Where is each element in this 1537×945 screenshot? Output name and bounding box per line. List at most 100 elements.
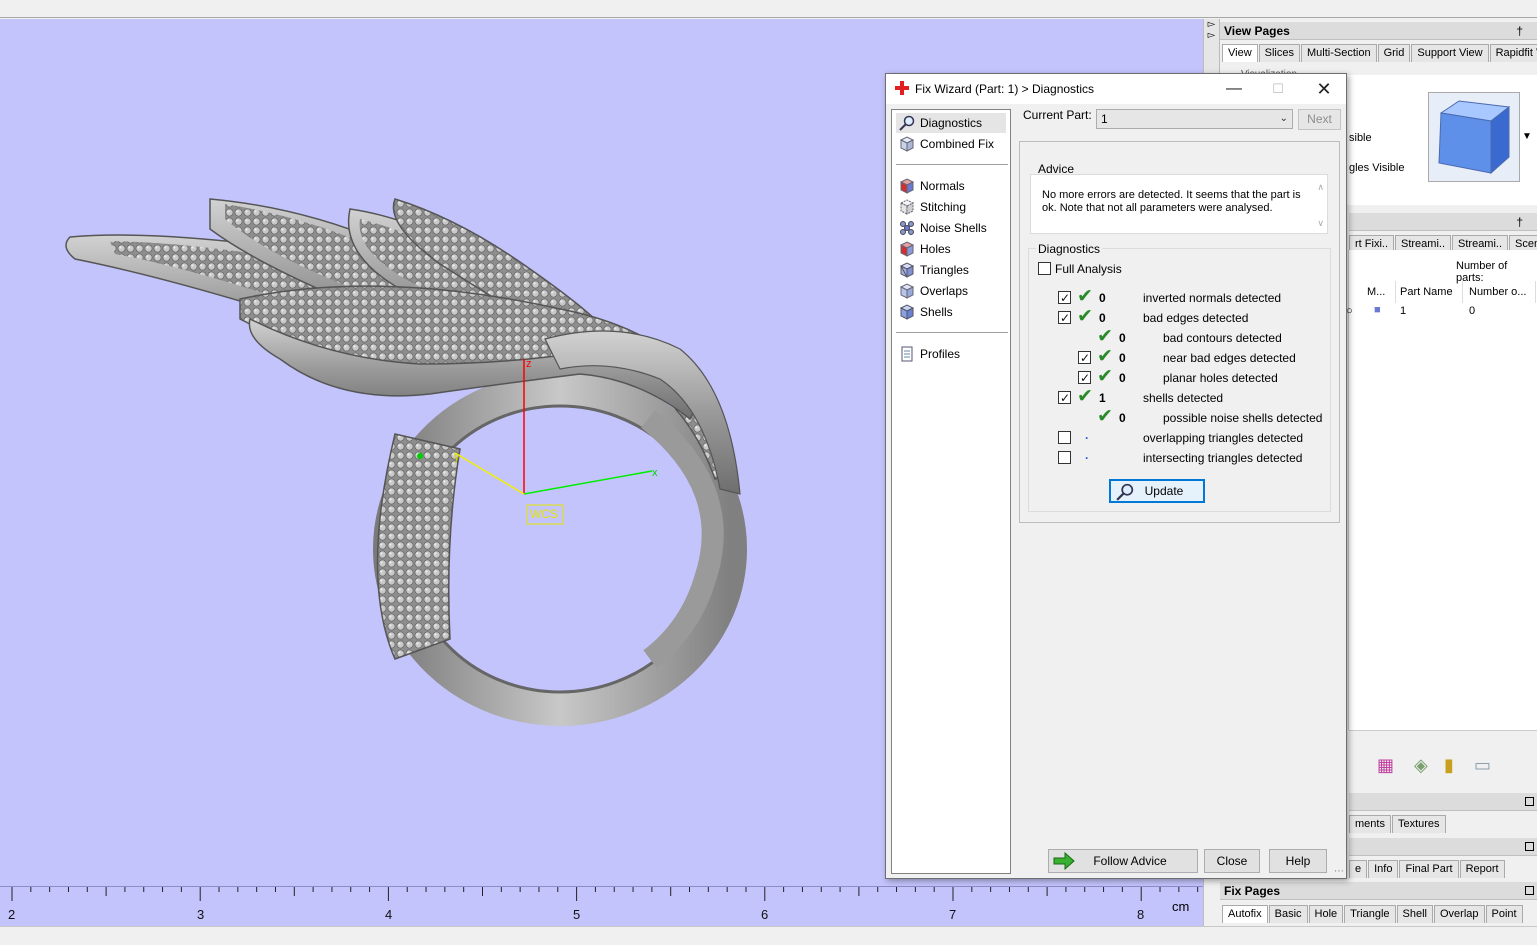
tab-overlap[interactable]: Overlap	[1433, 905, 1485, 923]
stitching-cube-icon	[899, 199, 915, 215]
close-window-button[interactable]: ✕	[1309, 78, 1339, 100]
bad-contours-count: 0	[1119, 331, 1126, 345]
view-pages-tabs: View Slices Multi-Section Grid Support V…	[1222, 44, 1537, 62]
scroll-down-icon[interactable]: ∨	[1317, 217, 1324, 230]
shells-checkbox[interactable]	[1058, 389, 1071, 407]
current-part-label: Current Part:	[1023, 108, 1092, 122]
part-row-name[interactable]: 1	[1400, 305, 1406, 317]
colored-cubes-icon[interactable]: ▦	[1377, 755, 1394, 776]
scroll-up-icon[interactable]: ∧	[1317, 181, 1324, 194]
inverted-normals-label: inverted normals detected	[1143, 291, 1282, 305]
bad-edges-count: 0	[1099, 311, 1106, 325]
cube-dropdown-icon[interactable]: ▼	[1522, 131, 1532, 142]
ruler-label-3: 3	[197, 907, 205, 922]
cube-icon	[899, 136, 915, 152]
info-maximize-icon[interactable]	[1525, 842, 1534, 851]
parts-panel-header: †	[1349, 213, 1537, 231]
z-axis-label: z	[526, 358, 532, 370]
tab-view[interactable]: View	[1222, 44, 1258, 62]
tab-shell[interactable]: Shell	[1396, 905, 1433, 923]
shells-label: shells detected	[1143, 391, 1224, 405]
update-button[interactable]: Update	[1109, 479, 1205, 503]
ok-check-icon: ✔	[1097, 346, 1113, 367]
ruler-label-4: 4	[385, 907, 393, 922]
follow-advice-button[interactable]: Follow Advice	[1048, 849, 1198, 873]
intersecting-triangles-label: intersecting triangles detected	[1143, 451, 1303, 465]
x-axis-line	[523, 470, 653, 495]
dialog-title-bar[interactable]: Fix Wizard (Part: 1) > Diagnostics — ☐ ✕	[886, 74, 1346, 104]
nav-shells-label: Shells	[920, 305, 953, 319]
nav-diagnostics[interactable]: Diagnostics	[896, 113, 1006, 133]
tab-grid[interactable]: Grid	[1377, 44, 1411, 62]
tab-multi-section[interactable]: Multi-Section	[1301, 44, 1377, 62]
maximize-icon[interactable]	[1525, 797, 1534, 806]
export-part-icon[interactable]: ▭	[1474, 755, 1491, 776]
view-cube-button[interactable]	[1428, 92, 1520, 182]
fix-pages-maximize-icon[interactable]	[1525, 886, 1534, 895]
tab-autofix[interactable]: Autofix	[1222, 905, 1268, 923]
nav-shells[interactable]: Shells	[896, 302, 1006, 322]
planar-holes-checkbox[interactable]	[1078, 369, 1091, 387]
tab-attachments[interactable]: ments	[1349, 815, 1391, 833]
nav-noise-shells[interactable]: Noise Shells	[896, 218, 1006, 238]
lower-tabs: ments Textures	[1349, 815, 1537, 833]
tab-report[interactable]: Report	[1459, 860, 1505, 878]
fix-pages-header: Fix Pages	[1220, 882, 1537, 900]
nav-stitching-label: Stitching	[920, 200, 967, 214]
parts-pin-icon[interactable]: †	[1516, 213, 1523, 231]
maximize-button[interactable]: ☐	[1263, 78, 1293, 100]
nav-triangles[interactable]: Triangles	[896, 260, 1006, 280]
nav-combined-fix[interactable]: Combined Fix	[896, 134, 1006, 154]
layer-icon[interactable]: ▮	[1444, 755, 1454, 776]
tab-basic[interactable]: Basic	[1268, 905, 1308, 923]
tab-hole[interactable]: Hole	[1308, 905, 1344, 923]
tab-textures[interactable]: Textures	[1391, 815, 1446, 833]
column-header-part-name[interactable]: Part Name	[1397, 281, 1463, 303]
parts-scrollbar[interactable]	[1349, 730, 1537, 748]
intersecting-triangles-checkbox[interactable]	[1058, 451, 1071, 464]
nav-stitching[interactable]: Stitching	[896, 197, 1006, 217]
ok-check-icon: ✔	[1097, 326, 1113, 347]
x-axis-label: x	[652, 467, 658, 479]
next-button[interactable]: Next	[1298, 109, 1341, 130]
tab-info[interactable]: Info	[1368, 860, 1399, 878]
minimize-button[interactable]: —	[1219, 78, 1249, 100]
column-header-number[interactable]: Number o...	[1466, 281, 1536, 303]
nav-profiles[interactable]: Profiles	[896, 344, 1006, 364]
fix-pages-tabs: Autofix Basic Hole Triangle Shell Overla…	[1222, 905, 1537, 923]
near-bad-edges-checkbox[interactable]	[1078, 349, 1091, 367]
column-header-m[interactable]: M...	[1364, 281, 1396, 303]
tab-point[interactable]: Point	[1485, 905, 1523, 923]
help-button[interactable]: Help	[1269, 849, 1327, 873]
bad-edges-checkbox[interactable]	[1058, 309, 1071, 327]
ok-check-icon: ✔	[1077, 306, 1093, 327]
tab-triangle[interactable]: Triangle	[1344, 905, 1396, 923]
inverted-normals-checkbox[interactable]	[1058, 289, 1071, 307]
info-panel-header	[1349, 838, 1537, 856]
nav-overlaps[interactable]: Overlaps	[896, 281, 1006, 301]
close-button[interactable]: Close	[1204, 849, 1260, 873]
nav-holes[interactable]: Holes	[896, 239, 1006, 259]
add-part-icon[interactable]: ◈	[1414, 755, 1428, 776]
advice-text: No more errors are detected. It seems th…	[1042, 189, 1301, 214]
dialog-title: Fix Wizard (Part: 1) > Diagnostics	[915, 82, 1095, 96]
tab-slices[interactable]: Slices	[1258, 44, 1300, 62]
tab-rapidfit-view[interactable]: Rapidfit View	[1489, 44, 1537, 62]
tab-final-part[interactable]: Final Part	[1399, 860, 1459, 878]
part-cube-icon: ■	[1374, 304, 1381, 316]
shells-count: 1	[1099, 391, 1106, 405]
ruler-unit: cm	[1172, 899, 1190, 914]
current-part-select[interactable]: 1 ⌄	[1096, 109, 1293, 129]
resize-grip-icon[interactable]: ⋯	[1334, 866, 1344, 877]
nav-normals[interactable]: Normals	[896, 176, 1006, 196]
status-dot-icon: ·	[1085, 451, 1089, 465]
y-axis-line	[454, 452, 525, 495]
nav-diagnostics-label: Diagnostics	[920, 116, 983, 130]
overlapping-triangles-checkbox[interactable]	[1058, 431, 1071, 444]
ruler-label-2: 2	[8, 907, 16, 922]
full-analysis-checkbox[interactable]	[1038, 262, 1051, 275]
tab-measure[interactable]: e	[1349, 860, 1368, 878]
pin-icon[interactable]: †	[1516, 22, 1523, 40]
bad-edges-label: bad edges detected	[1143, 311, 1249, 325]
tab-support-view[interactable]: Support View	[1411, 44, 1489, 62]
